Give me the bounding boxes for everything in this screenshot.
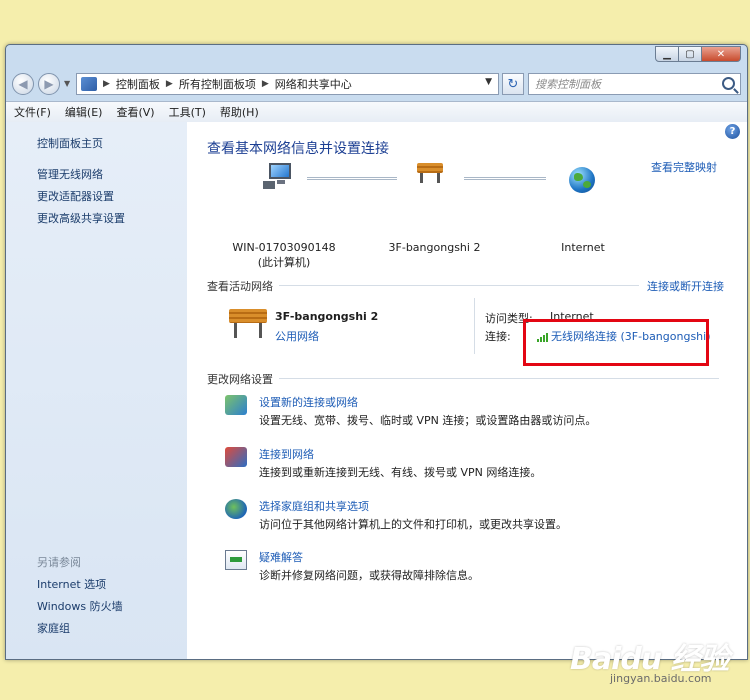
- highlight-box: [523, 319, 709, 366]
- troubleshoot-desc: 诊断并修复网络问题，或获得故障排除信息。: [259, 569, 479, 582]
- sidebar-change-adapter[interactable]: 更改适配器设置: [37, 188, 114, 204]
- recent-pages-dropdown[interactable]: ▼: [64, 79, 70, 88]
- bench-icon: [417, 163, 443, 183]
- active-networks-header: 查看活动网络: [207, 280, 273, 293]
- setup-connection-link[interactable]: 设置新的连接或网络: [259, 394, 358, 410]
- active-network-name: 3F-bangongshi 2: [275, 310, 379, 323]
- breadcrumb-control-panel[interactable]: 控制面板: [116, 76, 160, 92]
- connections-label: 连接:: [485, 330, 511, 343]
- sidebar: 控制面板主页 管理无线网络 更改适配器设置 更改高级共享设置 另请参阅 Inte…: [6, 122, 187, 659]
- homegroup-desc: 访问位于其他网络计算机上的文件和打印机，或更改共享设置。: [259, 518, 567, 531]
- connect-network-link[interactable]: 连接到网络: [259, 446, 314, 462]
- main-content: ? 查看基本网络信息并设置连接 查看完整映射 WIN-01703090148 (…: [187, 122, 747, 659]
- connection-line: [307, 177, 397, 180]
- menu-file[interactable]: 文件(F): [14, 104, 51, 120]
- troubleshoot-link[interactable]: 疑难解答: [259, 549, 303, 565]
- address-dropdown-icon[interactable]: ▼: [485, 77, 492, 87]
- computer-icon: [263, 163, 293, 189]
- forward-button[interactable]: ▶: [38, 73, 60, 95]
- menu-help[interactable]: 帮助(H): [220, 104, 259, 120]
- sidebar-control-panel-home[interactable]: 控制面板主页: [37, 135, 103, 151]
- refresh-icon: ↻: [507, 76, 519, 92]
- menu-edit[interactable]: 编辑(E): [65, 104, 103, 120]
- internet-node-label: Internet: [561, 241, 605, 254]
- sidebar-manage-wireless[interactable]: 管理无线网络: [37, 166, 103, 182]
- address-toolbar: ◀ ▶ ▼ ▶ 控制面板 ▶ 所有控制面板项 ▶ 网络和共享中心 ▼ ↻ 搜索控…: [6, 69, 747, 99]
- help-icon[interactable]: ?: [725, 124, 740, 139]
- back-button[interactable]: ◀: [12, 73, 34, 95]
- breadcrumb-all-items[interactable]: 所有控制面板项: [179, 76, 256, 92]
- menu-view[interactable]: 查看(V): [116, 104, 154, 120]
- connect-network-icon: [225, 447, 247, 467]
- connection-line: [464, 177, 546, 180]
- setup-connection-icon: [225, 395, 247, 415]
- internet-globe-icon: [569, 167, 595, 193]
- watermark-url: jingyan.baidu.com: [610, 672, 712, 685]
- window-buttons: ▁ ▢ ✕: [655, 46, 741, 62]
- network-type-link[interactable]: 公用网络: [275, 328, 319, 344]
- computer-name: WIN-01703090148: [232, 241, 336, 254]
- minimize-button[interactable]: ▁: [655, 46, 679, 62]
- network-bench-icon: [229, 309, 267, 339]
- view-full-map-link[interactable]: 查看完整映射: [651, 159, 717, 175]
- sidebar-homegroup[interactable]: 家庭组: [37, 620, 70, 636]
- troubleshoot-icon: [225, 550, 247, 570]
- setup-connection-desc: 设置无线、宽带、拨号、临时或 VPN 连接；或设置路由器或访问点。: [259, 414, 597, 427]
- search-placeholder: 搜索控制面板: [535, 78, 601, 91]
- change-settings-header: 更改网络设置: [207, 373, 273, 386]
- sidebar-advanced-sharing[interactable]: 更改高级共享设置: [37, 210, 125, 226]
- page-title: 查看基本网络信息并设置连接: [207, 141, 389, 157]
- breadcrumb-network-center[interactable]: 网络和共享中心: [275, 76, 352, 92]
- close-button[interactable]: ✕: [701, 46, 741, 62]
- network-node-label: 3F-bangongshi 2: [388, 241, 481, 254]
- address-bar[interactable]: ▶ 控制面板 ▶ 所有控制面板项 ▶ 网络和共享中心 ▼: [76, 73, 499, 95]
- menu-bar: 文件(F) 编辑(E) 查看(V) 工具(T) 帮助(H): [6, 101, 747, 123]
- search-icon[interactable]: [722, 77, 735, 90]
- connect-disconnect-link[interactable]: 连接或断开连接: [647, 278, 724, 294]
- sidebar-internet-options[interactable]: Internet 选项: [37, 576, 106, 592]
- sidebar-windows-firewall[interactable]: Windows 防火墙: [37, 598, 123, 614]
- search-input[interactable]: 搜索控制面板: [528, 73, 741, 95]
- baidu-watermark: Baidu 经验 jingyan.baidu.com: [558, 632, 738, 692]
- computer-sub: (此计算机): [257, 256, 311, 269]
- see-also-title: 另请参阅: [37, 556, 81, 569]
- control-panel-window: ▁ ▢ ✕ ◀ ▶ ▼ ▶ 控制面板 ▶ 所有控制面板项 ▶ 网络和共享中心 ▼…: [5, 44, 748, 660]
- maximize-button[interactable]: ▢: [678, 46, 702, 62]
- connect-network-desc: 连接到或重新连接到无线、有线、拨号或 VPN 网络连接。: [259, 466, 542, 479]
- refresh-button[interactable]: ↻: [502, 73, 524, 95]
- menu-tools[interactable]: 工具(T): [169, 104, 206, 120]
- homegroup-icon: [225, 499, 247, 519]
- computer-node-label: WIN-01703090148 (此计算机): [229, 241, 339, 270]
- control-panel-icon: [81, 77, 97, 91]
- homegroup-link[interactable]: 选择家庭组和共享选项: [259, 498, 369, 514]
